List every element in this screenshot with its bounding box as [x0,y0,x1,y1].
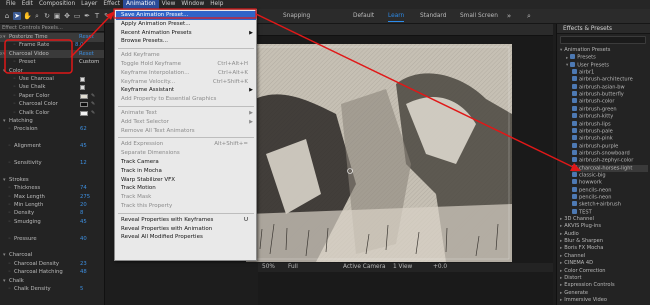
annotation-arrow-to-preset [255,13,576,169]
annotation-layer [4,8,581,171]
annotation-menu-highlight-box [113,8,257,19]
annotation-arrow-to-menu [70,13,113,58]
annotation-highlight-box [4,39,73,74]
